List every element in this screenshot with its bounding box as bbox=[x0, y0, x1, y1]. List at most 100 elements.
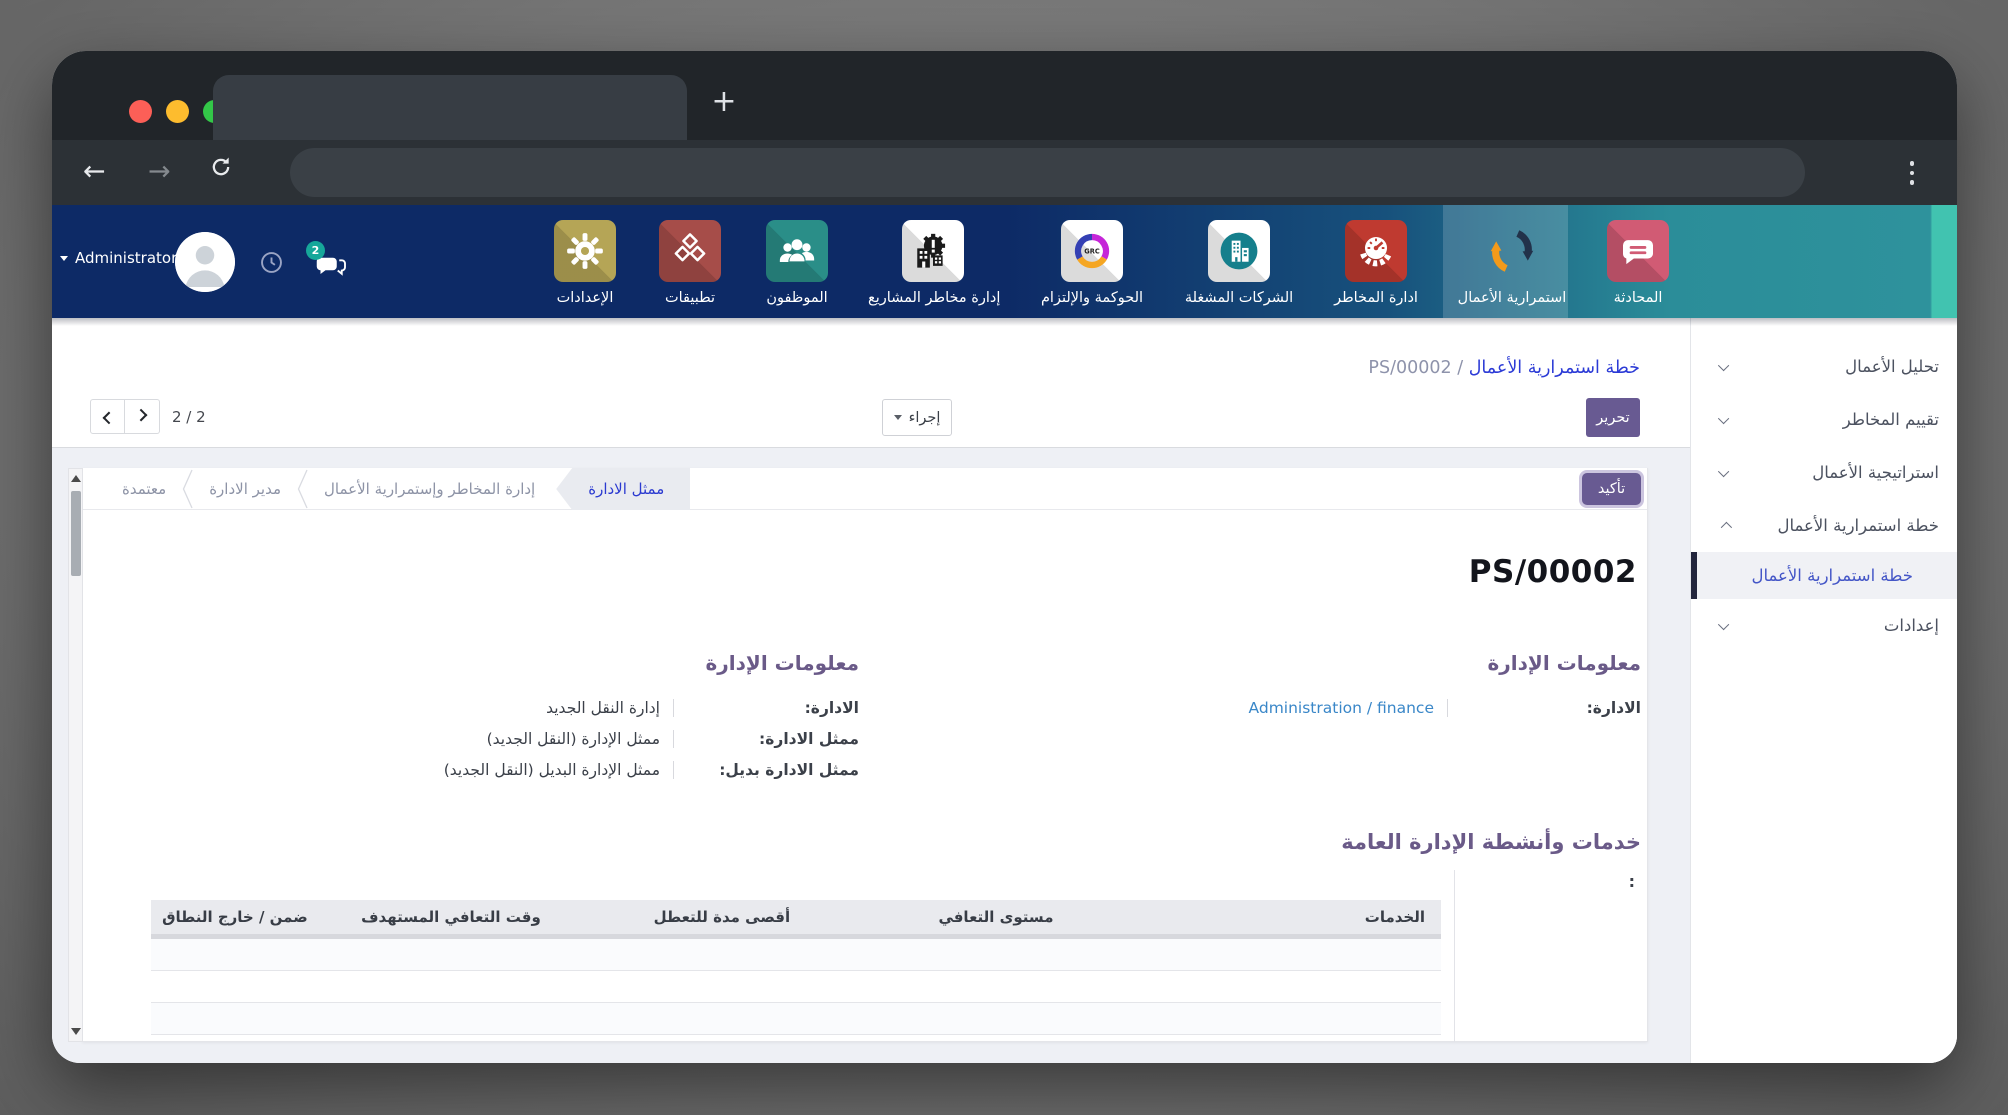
field-value-link[interactable]: Administration / finance bbox=[866, 699, 1448, 717]
stage-department-representative-active[interactable]: ممثل الادارة bbox=[556, 468, 690, 510]
column-header-in-out-scope[interactable]: ضمن / خارج النطاق bbox=[151, 908, 319, 926]
edit-button[interactable]: تحرير bbox=[1586, 398, 1640, 437]
browser-toolbar: ← → bbox=[52, 140, 1957, 205]
field-label: الادارة: bbox=[1448, 699, 1641, 717]
messages-icon[interactable]: 2 bbox=[314, 249, 347, 283]
table-row[interactable] bbox=[151, 971, 1441, 1003]
minimize-window-button[interactable] bbox=[166, 100, 189, 123]
admin-info-group-left: معلومات الإدارة الادارة: إدارة النقل الج… bbox=[89, 651, 859, 785]
app-employees[interactable]: الموظفون bbox=[732, 220, 862, 306]
field-value: ممثل الإدارة (النقل الجديد) bbox=[89, 730, 674, 748]
field-row: الادارة: إدارة النقل الجديد bbox=[89, 692, 859, 723]
column-header-services[interactable]: الخدمات bbox=[1131, 908, 1441, 926]
people-icon bbox=[766, 220, 828, 282]
services-field-label: : bbox=[1629, 872, 1635, 891]
confirm-button[interactable]: تأكيد bbox=[1582, 473, 1641, 505]
breadcrumb: خطة استمرارية الأعمال / PS/00002 bbox=[1368, 358, 1640, 378]
chevron-down-icon bbox=[1718, 359, 1729, 370]
chevron-down-icon bbox=[60, 256, 68, 261]
forward-icon[interactable]: → bbox=[148, 154, 171, 190]
control-panel: خطة استمرارية الأعمال / PS/00002 تحرير إ… bbox=[52, 318, 1690, 448]
action-label: إجراء bbox=[909, 410, 941, 426]
sidebar-item-label: تقييم المخاطر bbox=[1729, 410, 1939, 429]
table-header-row: الخدمات مستوى التعافي أقصى مدة للتعطل وق… bbox=[151, 900, 1441, 934]
url-bar[interactable] bbox=[290, 148, 1805, 197]
app-risk-management[interactable]: ادارة المخاطر bbox=[1311, 220, 1441, 306]
group-heading: معلومات الإدارة bbox=[89, 651, 859, 675]
column-header-recovery-level[interactable]: مستوى التعافي bbox=[861, 908, 1132, 926]
sidebar-item-risk-assessment[interactable]: تقييم المخاطر bbox=[1691, 393, 1957, 446]
pager-count: 2 / 2 bbox=[172, 408, 206, 426]
user-menu[interactable]: Administrator bbox=[60, 249, 177, 267]
field-row: ممثل الادارة: ممثل الإدارة (النقل الجديد… bbox=[89, 723, 859, 754]
field-row: الادارة: Administration / finance bbox=[866, 692, 1641, 723]
back-icon[interactable]: ← bbox=[83, 154, 106, 190]
statusbar: تأكيد معتمدة مدير الادارة إدارة المخاطر … bbox=[83, 468, 1647, 510]
breadcrumb-link[interactable]: خطة استمرارية الأعمال bbox=[1469, 358, 1640, 378]
new-tab-button[interactable]: + bbox=[707, 85, 741, 119]
action-dropdown-button[interactable]: إجراء bbox=[882, 399, 952, 436]
group-heading: معلومات الإدارة bbox=[866, 651, 1641, 675]
browser-tab[interactable] bbox=[213, 75, 687, 140]
statusbar-stages: معتمدة مدير الادارة إدارة المخاطر وإستمر… bbox=[109, 468, 690, 510]
grc-text: GRC bbox=[1084, 247, 1100, 255]
chevron-down-icon bbox=[894, 415, 902, 420]
sidebar-item-label: إعدادات bbox=[1729, 616, 1939, 635]
grc-ring-icon: GRC bbox=[1061, 220, 1123, 282]
chevron-down-icon bbox=[1718, 618, 1729, 629]
services-table: الخدمات مستوى التعافي أقصى مدة للتعطل وق… bbox=[151, 900, 1441, 1035]
column-header-max-downtime[interactable]: أقصى مدة للتعطل bbox=[583, 908, 860, 926]
browser-menu-icon[interactable] bbox=[1905, 155, 1919, 191]
scroll-down-icon[interactable] bbox=[71, 1028, 81, 1035]
building-circle-icon bbox=[1208, 220, 1270, 282]
message-count-badge: 2 bbox=[306, 241, 325, 260]
admin-info-group-right: معلومات الإدارة الادارة: Administration … bbox=[866, 651, 1641, 723]
sidebar-item-business-analysis[interactable]: تحليل الأعمال bbox=[1691, 340, 1957, 393]
vertical-scrollbar[interactable] bbox=[68, 468, 83, 1042]
chat-bubble-icon bbox=[1607, 220, 1669, 282]
sidebar-item-business-strategy[interactable]: استراتيجية الأعمال bbox=[1691, 446, 1957, 499]
reload-icon[interactable] bbox=[208, 154, 234, 190]
sidebar-item-label: خطة استمرارية الأعمال bbox=[1721, 566, 1913, 585]
app-operating-companies[interactable]: الشركات المشغلة bbox=[1174, 220, 1304, 306]
avatar[interactable] bbox=[175, 232, 235, 292]
browser-titlebar: + bbox=[52, 51, 1957, 140]
field-label: الادارة: bbox=[674, 699, 859, 717]
field-label: ممثل الادارة بديل: bbox=[674, 761, 859, 779]
desktop-background: + ← → Administrator bbox=[0, 0, 2008, 1115]
sidebar-item-label: استراتيجية الأعمال bbox=[1729, 463, 1939, 482]
app-label: الموظفون bbox=[732, 290, 862, 306]
app-business-continuity[interactable]: استمرارية الأعمال bbox=[1447, 220, 1577, 306]
browser-window: + ← → Administrator bbox=[52, 51, 1957, 1063]
services-section-heading: خدمات وأنشطة الإدارة العامة bbox=[1341, 830, 1641, 854]
gauge-icon bbox=[1345, 220, 1407, 282]
close-window-button[interactable] bbox=[129, 100, 152, 123]
table-row[interactable] bbox=[151, 939, 1441, 971]
scrollbar-thumb[interactable] bbox=[71, 491, 81, 576]
stage-risk-continuity-mgmt[interactable]: إدارة المخاطر وإستمرارية الأعمال bbox=[311, 480, 548, 498]
stage-separator-icon bbox=[181, 469, 194, 509]
sidebar-item-settings[interactable]: إعدادات bbox=[1691, 599, 1957, 652]
app-governance[interactable]: GRC الحوكمة والإلتزام bbox=[1027, 220, 1157, 306]
stage-separator-icon bbox=[296, 469, 309, 509]
app-label: المحادثة bbox=[1573, 290, 1703, 306]
sidebar: تحليل الأعمال تقييم المخاطر استراتيجية ا… bbox=[1690, 318, 1957, 1063]
form-sheet: تأكيد معتمدة مدير الادارة إدارة المخاطر … bbox=[82, 468, 1648, 1042]
sidebar-item-continuity-plan-child[interactable]: خطة استمرارية الأعمال bbox=[1691, 552, 1957, 599]
sidebar-item-label: خطة استمرارية الأعمال bbox=[1729, 516, 1939, 535]
pager-next-button[interactable] bbox=[125, 399, 160, 434]
pager-previous-button[interactable] bbox=[90, 399, 125, 434]
activities-clock-icon[interactable] bbox=[258, 249, 285, 280]
group-divider bbox=[1454, 870, 1455, 1042]
sidebar-item-continuity-plan[interactable]: خطة استمرارية الأعمال bbox=[1691, 499, 1957, 552]
app-project-risk[interactable]: إدارة مخاطر المشاريع bbox=[868, 220, 998, 306]
building-gear-alert-icon bbox=[902, 220, 964, 282]
stage-department-manager[interactable]: مدير الادارة bbox=[196, 480, 294, 498]
table-row[interactable] bbox=[151, 1003, 1441, 1035]
app-discuss[interactable]: المحادثة bbox=[1573, 220, 1703, 306]
stage-approved[interactable]: معتمدة bbox=[109, 480, 179, 498]
scroll-up-icon[interactable] bbox=[71, 475, 81, 482]
breadcrumb-current: PS/00002 bbox=[1368, 358, 1451, 378]
record-title: PS/00002 bbox=[1469, 554, 1637, 590]
column-header-target-recovery-time[interactable]: وقت التعافي المستهدف bbox=[319, 908, 583, 926]
